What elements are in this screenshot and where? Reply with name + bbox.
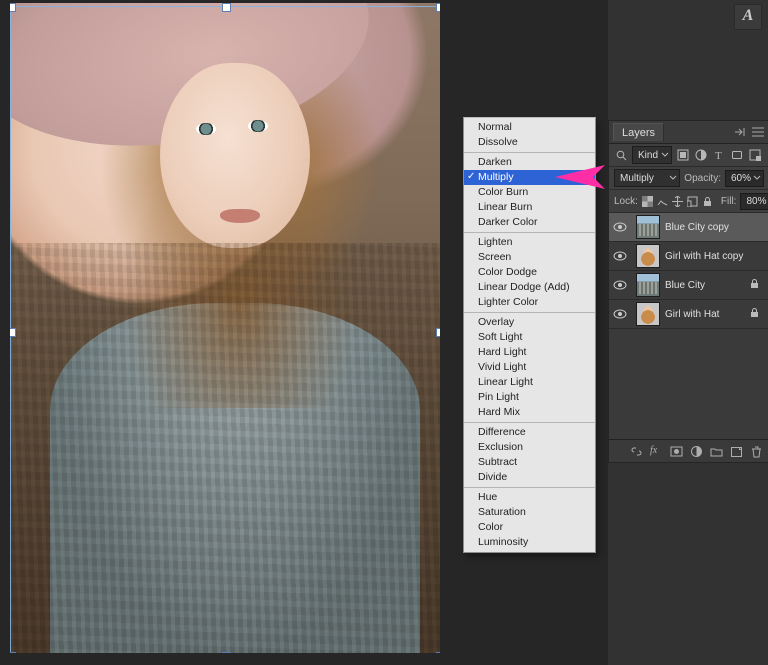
lock-icon	[749, 278, 763, 292]
opacity-input[interactable]: 60%	[725, 170, 764, 187]
panel-collapse-icon[interactable]	[733, 125, 747, 139]
visibility-toggle-icon[interactable]	[609, 309, 631, 319]
opacity-label: Opacity:	[684, 173, 721, 184]
blend-mode-option[interactable]: Pin Light	[464, 390, 595, 405]
layer-name[interactable]: Girl with Hat	[665, 309, 749, 320]
visibility-toggle-icon[interactable]	[609, 222, 631, 232]
blend-mode-option[interactable]: Exclusion	[464, 440, 595, 455]
layers-panel-footer: fx	[609, 439, 768, 462]
layer-row[interactable]: Blue City copy	[609, 213, 768, 242]
panel-menu-icon[interactable]	[751, 125, 765, 139]
layer-name[interactable]: Blue City copy	[665, 222, 749, 233]
filter-adjustment-icon[interactable]	[694, 148, 708, 162]
visibility-toggle-icon[interactable]	[609, 251, 631, 261]
layer-thumbnail[interactable]	[636, 215, 660, 239]
layer-thumbnail[interactable]	[636, 302, 660, 326]
menu-separator	[464, 232, 595, 233]
blend-mode-option[interactable]: Darken	[464, 155, 595, 170]
layer-thumbnail[interactable]	[636, 244, 660, 268]
layer-name[interactable]: Blue City	[665, 280, 749, 291]
layer-row[interactable]: Girl with Hat copy	[609, 242, 768, 271]
layers-panel: Layers Kind T	[608, 120, 768, 463]
blend-mode-option[interactable]: Color Burn	[464, 185, 595, 200]
blend-mode-option[interactable]: Hue	[464, 490, 595, 505]
composite-image	[10, 3, 440, 653]
blend-mode-option[interactable]: Hard Mix	[464, 405, 595, 420]
blend-mode-option[interactable]: Divide	[464, 470, 595, 485]
lock-transparent-icon[interactable]	[642, 194, 653, 208]
blend-mode-option[interactable]: Lighten	[464, 235, 595, 250]
blend-mode-option[interactable]: Color	[464, 520, 595, 535]
lock-icon	[749, 307, 763, 321]
blend-mode-option[interactable]: Subtract	[464, 455, 595, 470]
blend-mode-option[interactable]: Linear Light	[464, 375, 595, 390]
menu-separator	[464, 152, 595, 153]
layer-thumbnail[interactable]	[636, 273, 660, 297]
layer-row[interactable]: Blue City	[609, 271, 768, 300]
lock-artboard-icon[interactable]	[687, 194, 698, 208]
link-layers-icon[interactable]	[630, 445, 643, 458]
blend-mode-menu[interactable]: NormalDissolveDarkenMultiplyColor BurnLi…	[463, 117, 596, 553]
blend-mode-option[interactable]: Hard Light	[464, 345, 595, 360]
blend-mode-option[interactable]: Linear Dodge (Add)	[464, 280, 595, 295]
lock-fill-row: Lock: Fill: 80%	[609, 190, 768, 213]
blend-mode-value: Multiply	[620, 173, 654, 184]
blend-mode-option[interactable]: Overlay	[464, 315, 595, 330]
group-icon[interactable]	[710, 445, 723, 458]
tab-layers[interactable]: Layers	[613, 123, 664, 141]
filter-type-icon[interactable]: T	[712, 148, 726, 162]
panel-tabbar: Layers	[609, 121, 768, 144]
blend-mode-option[interactable]: Linear Burn	[464, 200, 595, 215]
blend-mode-option[interactable]: Normal	[464, 120, 595, 135]
blend-mode-select[interactable]: Multiply	[614, 169, 680, 187]
lock-label: Lock:	[614, 196, 638, 207]
adjustment-layer-icon[interactable]	[690, 445, 703, 458]
menu-separator	[464, 487, 595, 488]
layer-style-icon[interactable]: fx	[650, 445, 663, 458]
lock-position-icon[interactable]	[672, 194, 683, 208]
blend-mode-option[interactable]: Screen	[464, 250, 595, 265]
delete-layer-icon[interactable]	[750, 445, 763, 458]
opacity-value: 60%	[731, 173, 751, 184]
layer-list: Blue City copy Girl with Hat copy Blue Cit…	[609, 213, 768, 329]
filter-pixel-icon[interactable]	[676, 148, 690, 162]
blend-mode-option[interactable]: Darker Color	[464, 215, 595, 230]
filter-kind-label: Kind	[638, 150, 658, 161]
blend-mode-option[interactable]: Luminosity	[464, 535, 595, 550]
blend-mode-option[interactable]: Lighter Color	[464, 295, 595, 310]
blend-mode-option[interactable]: Difference	[464, 425, 595, 440]
right-dock: A Layers Kind	[608, 0, 768, 665]
layer-name[interactable]: Girl with Hat copy	[665, 251, 749, 262]
fill-input[interactable]: 80%	[740, 193, 768, 210]
fill-value: 80%	[746, 196, 766, 207]
blend-mode-option[interactable]: Vivid Light	[464, 360, 595, 375]
document-canvas[interactable]	[10, 3, 440, 653]
fill-label: Fill:	[721, 196, 737, 207]
type-tool-slot-icon[interactable]: A	[734, 4, 762, 30]
visibility-toggle-icon[interactable]	[609, 280, 631, 290]
menu-separator	[464, 422, 595, 423]
search-icon	[614, 148, 628, 162]
new-layer-icon[interactable]	[730, 445, 743, 458]
blend-mode-option[interactable]: Dissolve	[464, 135, 595, 150]
blend-opacity-row: Multiply Opacity: 60%	[609, 167, 768, 190]
lock-image-icon[interactable]	[657, 194, 668, 208]
layer-row[interactable]: Girl with Hat	[609, 300, 768, 329]
layer-mask-icon[interactable]	[670, 445, 683, 458]
layer-filter-row: Kind T	[609, 144, 768, 167]
filter-shape-icon[interactable]	[730, 148, 744, 162]
svg-text:T: T	[715, 150, 722, 161]
filter-kind-select[interactable]: Kind	[632, 146, 672, 164]
blend-mode-option[interactable]: Multiply	[464, 170, 595, 185]
menu-separator	[464, 312, 595, 313]
blend-mode-option[interactable]: Saturation	[464, 505, 595, 520]
filter-smart-icon[interactable]	[748, 148, 762, 162]
blend-mode-option[interactable]: Color Dodge	[464, 265, 595, 280]
blend-mode-option[interactable]: Soft Light	[464, 330, 595, 345]
lock-all-icon[interactable]	[702, 194, 713, 208]
